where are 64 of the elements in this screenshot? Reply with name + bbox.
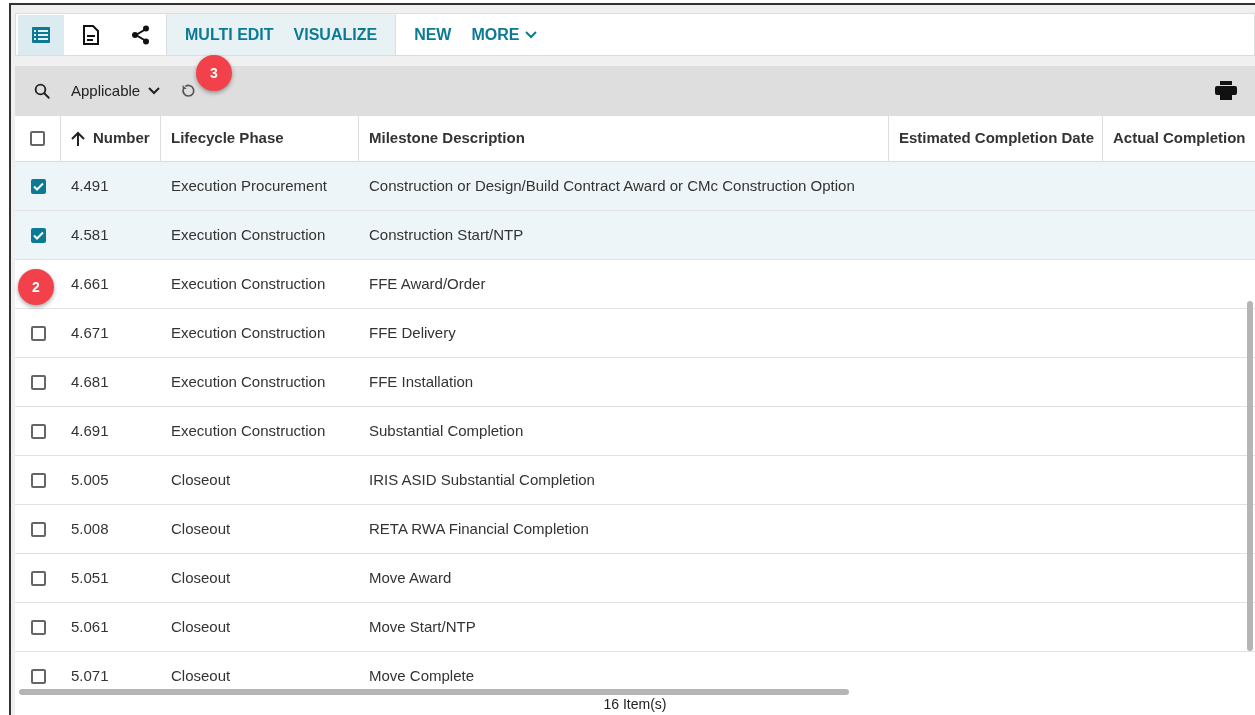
table-cell-text: RETA RWA Financial Completion	[369, 518, 589, 539]
search-icon[interactable]	[33, 82, 51, 100]
checkbox[interactable]	[30, 570, 46, 586]
table-cell-text: Execution Construction	[171, 224, 326, 245]
table-cell-text: 5.051	[71, 567, 109, 588]
more-menu-button[interactable]: MORE	[471, 22, 538, 47]
table-cell-text: FFE Installation	[369, 371, 474, 392]
checkbox[interactable]	[30, 227, 46, 243]
table-cell-text: Construction Start/NTP	[369, 224, 524, 245]
checkbox[interactable]	[30, 472, 46, 488]
vertical-scrollbar[interactable]	[1247, 301, 1253, 651]
table-cell-text: 5.061	[71, 616, 109, 637]
toolbar-button[interactable]: NEW	[414, 22, 452, 47]
table-cell-text: FFE Award/Order	[369, 273, 486, 294]
table-cell-text: FFE Delivery	[369, 322, 456, 343]
table-cell-text: Execution Construction	[171, 371, 326, 392]
table-cell-text: Move Award	[369, 567, 452, 588]
toolbar-button[interactable]: VISUALIZE	[293, 22, 378, 47]
column-header[interactable]: Lifecycle Phase	[171, 127, 284, 150]
toolbar-button[interactable]: MULTI EDIT	[185, 22, 274, 47]
table-cell-text: Move Start/NTP	[369, 616, 476, 637]
table-cell-text: Execution Construction	[171, 273, 326, 294]
checkbox[interactable]	[30, 374, 46, 390]
table-cell-text: Closeout	[171, 665, 231, 686]
checkbox[interactable]	[30, 668, 46, 684]
table-cell-text: Construction or Design/Build Contract Award or CMc Construction Option	[369, 175, 855, 196]
filter-dropdown[interactable]: Applicable	[71, 79, 161, 103]
list-view-icon[interactable]	[18, 14, 64, 55]
checkbox[interactable]	[30, 178, 46, 194]
table-cell-text: 5.008	[71, 518, 109, 539]
item-count: 16 Item(s)	[603, 695, 667, 713]
table-cell-text: 4.491	[71, 175, 109, 196]
table-cell-text: 5.005	[71, 469, 109, 490]
table-cell-text: 4.681	[71, 371, 109, 392]
refresh-icon[interactable]	[180, 83, 197, 99]
table-cell-text: 5.071	[71, 665, 109, 686]
column-header[interactable]: Estimated Completion Date	[899, 127, 1095, 150]
checkbox[interactable]	[30, 423, 46, 439]
printer-icon[interactable]	[1215, 81, 1237, 101]
table-cell-text: Closeout	[171, 518, 231, 539]
checkbox[interactable]	[30, 325, 46, 341]
table-cell-text: Closeout	[171, 616, 231, 637]
checkbox[interactable]	[30, 619, 46, 635]
table-cell-text: IRIS ASID Substantial Completion	[369, 469, 595, 490]
table-cell-text: Closeout	[171, 469, 231, 490]
table-cell-text: Move Complete	[369, 665, 475, 686]
table-cell-text: Execution Construction	[171, 420, 326, 441]
table-cell-text: 4.661	[71, 273, 109, 294]
table-cell-text: Substantial Completion	[369, 420, 524, 441]
table-cell-text: 4.671	[71, 322, 109, 343]
chevron-down-icon	[148, 87, 161, 95]
horizontal-scrollbar[interactable]	[19, 689, 849, 695]
sort-ascending-icon[interactable]	[71, 131, 85, 146]
column-header[interactable]: Number	[93, 127, 150, 150]
table-cell-text: Execution Procurement	[171, 175, 327, 196]
table-cell-text: Execution Construction	[171, 322, 326, 343]
chevron-down-icon	[525, 30, 538, 39]
column-header[interactable]: Milestone Description	[369, 127, 525, 150]
table-cell-text: Closeout	[171, 567, 231, 588]
checkbox[interactable]	[30, 131, 45, 146]
table-cell-text: 4.691	[71, 420, 109, 441]
table-cell-text: 4.581	[71, 224, 109, 245]
checkbox[interactable]	[30, 521, 46, 537]
column-header[interactable]: Actual Completion	[1113, 127, 1246, 150]
